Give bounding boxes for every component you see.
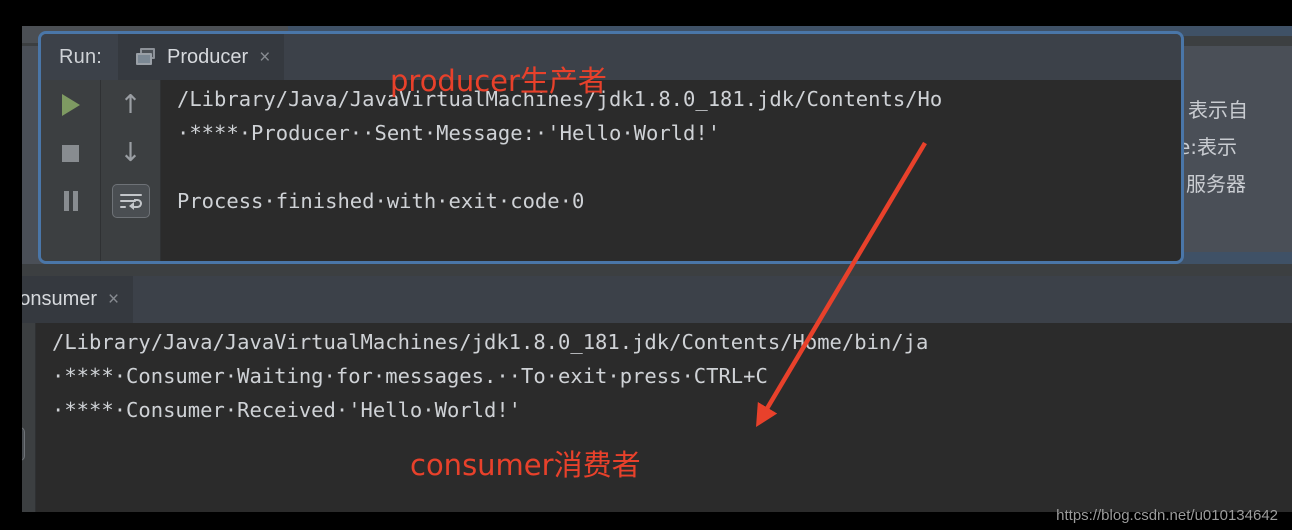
- annotation-consumer-note: consumer消费者: [410, 448, 641, 482]
- stop-icon: [62, 144, 79, 162]
- consumer-console-line-2: ·****·Consumer·Received·'Hello·World!': [52, 398, 521, 422]
- annotation-producer-note: producer生产者: [390, 64, 607, 98]
- stop-button[interactable]: [51, 136, 91, 170]
- down-stacktrace-button[interactable]: ↓: [111, 136, 151, 170]
- consumer-console-line-1: ·****·Consumer·Waiting·for·messages.··To…: [52, 364, 768, 388]
- tab-producer[interactable]: Producer ×: [118, 34, 285, 80]
- producer-body: ↑ ↓ /Library/Java/JavaVirtualMachines/jd…: [41, 80, 1181, 261]
- background-chinese-line-1: 表示自: [1188, 98, 1248, 122]
- producer-run-toolbar: [41, 80, 101, 261]
- pause-button[interactable]: [51, 184, 91, 218]
- consumer-console-command: /Library/Java/JavaVirtualMachines/jdk1.8…: [52, 330, 929, 354]
- consumer-tool-window: : Consumer × ↑ ↓: [0, 276, 1292, 512]
- pause-icon: [63, 191, 79, 211]
- close-icon[interactable]: ×: [106, 290, 119, 309]
- producer-tool-window: Run: Producer × ↑ ↓ /Library/Java/JavaVi…: [38, 31, 1184, 264]
- consumer-tab-bar: : Consumer ×: [0, 276, 1292, 323]
- soft-wrap-toggle[interactable]: [111, 184, 151, 218]
- consumer-console-output[interactable]: /Library/Java/JavaVirtualMachines/jdk1.8…: [36, 323, 1292, 512]
- letterbox-top: [0, 0, 1292, 26]
- letterbox-left: [0, 0, 22, 530]
- producer-console-line-1: ·****·Producer··Sent·Message:·'Hello·Wor…: [177, 121, 721, 145]
- screenshot-root: 表示自 e:表示 服务器 Consumer Run: Producer ×: [0, 0, 1292, 530]
- producer-run-label: Run:: [59, 45, 103, 68]
- tab-producer-label: Producer: [167, 45, 249, 68]
- arrow-down-icon: ↓: [119, 138, 142, 168]
- up-stacktrace-button[interactable]: ↑: [111, 88, 151, 122]
- run-configuration-icon: [136, 48, 158, 66]
- producer-console-line-2: [161, 150, 1181, 184]
- producer-tab-bar: Run: Producer ×: [41, 34, 1181, 80]
- producer-console-line-3: Process·finished·with·exit·code·0: [177, 189, 585, 213]
- soft-wrap-icon: [111, 184, 150, 218]
- watermark: https://blog.csdn.net/u010134642: [1056, 507, 1278, 524]
- background-chinese-line-2: e:表示: [1178, 135, 1238, 159]
- consumer-body: ↑ ↓ /Library/Java/JavaVirtualMachines/jd…: [0, 323, 1292, 512]
- background-chinese-line-3: 服务器: [1186, 172, 1246, 196]
- producer-console-toolbar: ↑ ↓: [101, 80, 161, 261]
- arrow-up-icon: ↑: [119, 90, 142, 120]
- rerun-button[interactable]: [51, 88, 91, 122]
- producer-console-output[interactable]: /Library/Java/JavaVirtualMachines/jdk1.8…: [161, 80, 1181, 261]
- close-icon[interactable]: ×: [257, 48, 270, 67]
- play-icon: [61, 94, 80, 116]
